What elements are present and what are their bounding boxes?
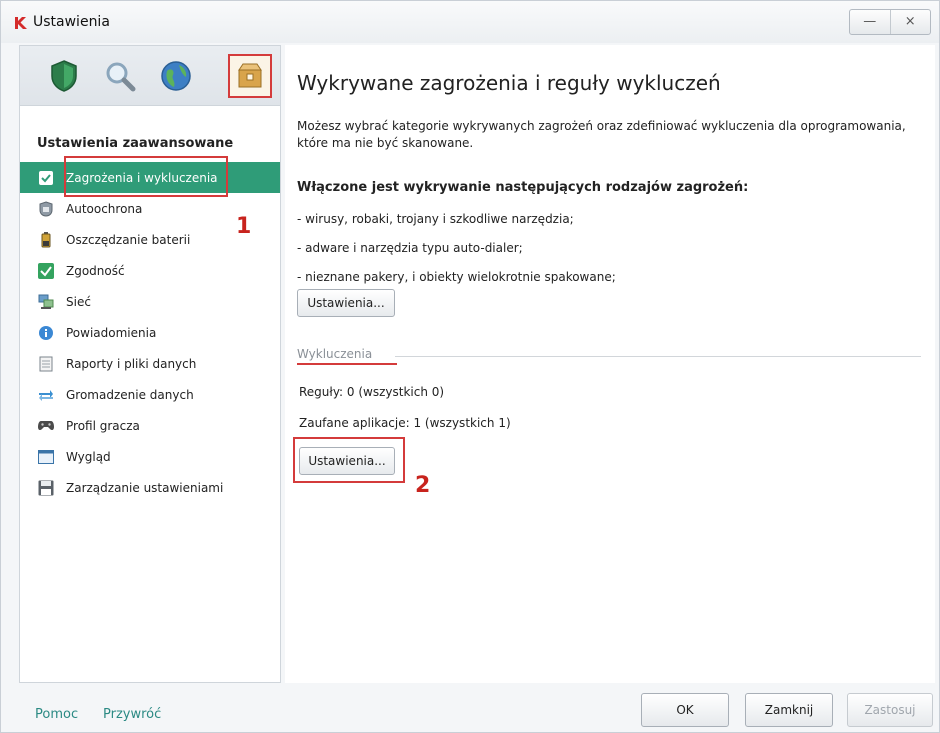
update-globe-icon[interactable]	[154, 54, 198, 98]
appearance-icon	[38, 449, 54, 465]
sidebar-item-label: Oszczędzanie baterii	[66, 232, 191, 247]
sidebar-item-label: Wygląd	[66, 449, 111, 464]
annotation-underline	[297, 363, 397, 365]
sidebar-item-label: Sieć	[66, 294, 91, 309]
battery-icon	[38, 231, 54, 248]
scan-magnifier-icon[interactable]	[98, 54, 142, 98]
self-defense-icon	[38, 200, 54, 217]
data-collection-icon	[38, 387, 54, 403]
sidebar-item-label: Profil gracza	[66, 418, 140, 433]
advanced-settings-box-icon[interactable]	[228, 54, 272, 98]
sidebar-item-notifications[interactable]: Powiadomienia	[20, 317, 280, 348]
sidebar-item-data-collection[interactable]: Gromadzenie danych	[20, 379, 280, 410]
minimize-button[interactable]: —	[850, 10, 890, 34]
reports-icon	[38, 356, 54, 372]
sidebar-item-label: Powiadomienia	[66, 325, 157, 340]
sidebar-item-gamer-profile[interactable]: Profil gracza	[20, 410, 280, 441]
enabled-threats-heading: Włączone jest wykrywanie następujących r…	[297, 180, 749, 195]
sidebar-item-label: Zagrożenia i wykluczenia	[66, 170, 218, 185]
help-link[interactable]: Pomoc	[35, 707, 78, 722]
window-controls: — ×	[849, 9, 931, 35]
exclusions-group-label: Wykluczenia	[297, 347, 377, 361]
sidebar: Ustawienia zaawansowane Zagrożenia i wyk…	[19, 45, 281, 683]
settings-window: Ustawienia — × Ustawienia zaawansowane Z…	[0, 0, 940, 733]
sidebar-item-reports[interactable]: Raporty i pliki danych	[20, 348, 280, 379]
threat-item: - adware i narzędzia typu auto-dialer;	[297, 241, 523, 255]
gamepad-icon	[38, 418, 54, 434]
sidebar-item-label: Gromadzenie danych	[66, 387, 194, 402]
main-panel: Wykrywane zagrożenia i reguły wykluczeń …	[285, 45, 935, 683]
compatibility-icon	[38, 262, 54, 279]
annotation-marker-1: 1	[236, 214, 252, 239]
ok-button[interactable]: OK	[641, 693, 729, 727]
close-button[interactable]: Zamknij	[745, 693, 833, 727]
sidebar-item-settings-management[interactable]: Zarządzanie ustawieniami	[20, 472, 280, 503]
sidebar-item-label: Zarządzanie ustawieniami	[66, 480, 224, 495]
page-description: Możesz wybrać kategorie wykrywanych zagr…	[297, 119, 906, 150]
network-icon	[38, 294, 54, 310]
threat-item: - nieznane pakery, i obiekty wielokrotni…	[297, 270, 616, 284]
close-window-button[interactable]: ×	[889, 10, 931, 34]
save-icon	[38, 480, 54, 496]
sidebar-item-threats-exclusions[interactable]: Zagrożenia i wykluczenia	[20, 162, 280, 193]
window-title: Ustawienia	[33, 14, 110, 30]
kaspersky-logo-icon	[13, 15, 29, 31]
threats-settings-button[interactable]: Ustawienia...	[297, 289, 395, 317]
restore-link[interactable]: Przywróć	[103, 707, 161, 722]
sidebar-item-compatibility[interactable]: Zgodność	[20, 255, 280, 286]
sidebar-item-appearance[interactable]: Wygląd	[20, 441, 280, 472]
sidebar-item-network[interactable]: Sieć	[20, 286, 280, 317]
divider	[395, 356, 921, 357]
sidebar-item-label: Autoochrona	[66, 201, 143, 216]
title-bar: Ustawienia — ×	[1, 1, 939, 43]
category-tabs	[20, 46, 280, 106]
section-title: Ustawienia zaawansowane	[37, 136, 234, 151]
page-title: Wykrywane zagrożenia i reguły wykluczeń	[297, 71, 721, 95]
sidebar-item-label: Raporty i pliki danych	[66, 356, 197, 371]
check-shield-icon	[38, 170, 54, 186]
threat-item: - wirusy, robaki, trojany i szkodliwe na…	[297, 212, 574, 226]
notification-icon	[38, 325, 54, 341]
apply-button[interactable]: Zastosuj	[847, 693, 933, 727]
protection-shield-icon[interactable]	[42, 54, 86, 98]
exclusions-settings-button[interactable]: Ustawienia...	[299, 447, 395, 475]
rules-count: Reguły: 0 (wszystkich 0)	[299, 385, 445, 399]
trusted-apps-count: Zaufane aplikacje: 1 (wszystkich 1)	[299, 416, 511, 430]
sidebar-item-label: Zgodność	[66, 263, 125, 278]
annotation-marker-2: 2	[415, 473, 431, 498]
